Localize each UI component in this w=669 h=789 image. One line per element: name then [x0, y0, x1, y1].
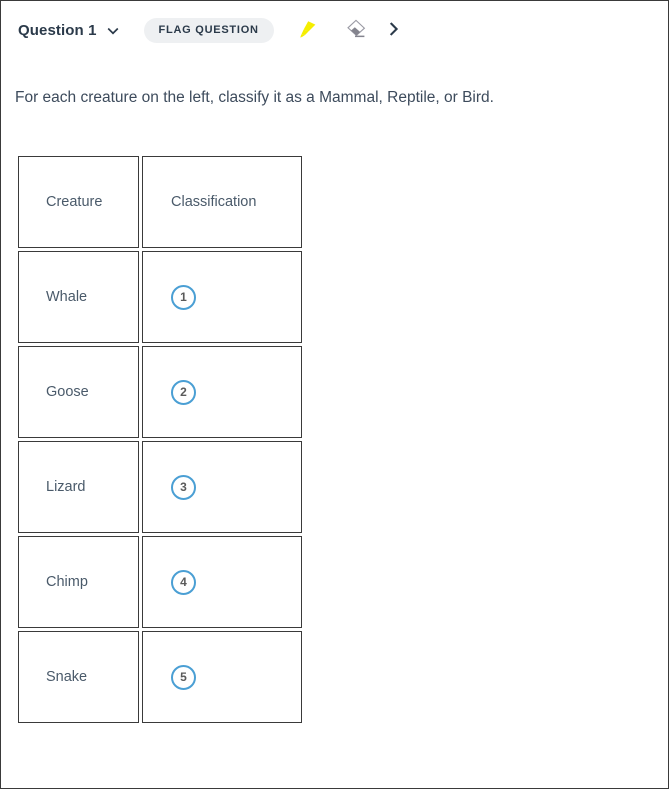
matrix-cell-creature: Lizard: [18, 441, 139, 534]
flag-question-button[interactable]: FLAG QUESTION: [143, 17, 274, 43]
highlighter-tool-button[interactable]: [294, 16, 322, 44]
question-prompt: For each creature on the left, classify …: [15, 89, 494, 106]
drop-target-marker[interactable]: 5: [171, 664, 196, 690]
eraser-icon: [344, 17, 368, 44]
creature-label: Snake: [46, 668, 88, 685]
matrix-cell-classification[interactable]: 2: [142, 346, 302, 439]
matrix-cell-creature: Snake: [18, 631, 139, 724]
question-page: Question 1 FLAG QUESTION For each creatu…: [0, 0, 669, 789]
drop-target-marker[interactable]: 3: [171, 474, 196, 500]
chevron-down-icon[interactable]: [106, 23, 120, 38]
eraser-tool-button[interactable]: [342, 16, 370, 44]
matrix-cell-creature: Chimp: [18, 536, 139, 629]
creature-label: Goose: [46, 383, 89, 400]
matrix-header-label: Classification: [171, 193, 257, 210]
drop-target-marker[interactable]: 4: [171, 569, 196, 595]
creature-label: Lizard: [46, 478, 86, 495]
question-toolbar: Question 1 FLAG QUESTION: [1, 1, 668, 59]
matrix-cell-classification[interactable]: 5: [142, 631, 302, 724]
question-title: Question 1: [18, 21, 97, 39]
question-selector[interactable]: Question 1: [18, 22, 120, 39]
matrix-cell-classification[interactable]: 3: [142, 441, 302, 534]
matrix-cell-classification[interactable]: 1: [142, 251, 302, 344]
matrix-row: Goose 2: [18, 346, 302, 439]
matrix-header-classification: Classification: [142, 156, 302, 249]
matrix-header-label: Creature: [46, 193, 103, 210]
matrix-cell-classification[interactable]: 4: [142, 536, 302, 629]
matrix-row: Chimp 4: [18, 536, 302, 629]
matrix-row: Lizard 3: [18, 441, 302, 534]
matrix-header-row: Creature Classification: [18, 156, 302, 249]
drop-target-marker[interactable]: 2: [171, 379, 196, 405]
chevron-right-icon: [386, 21, 402, 40]
highlighter-icon: [296, 17, 320, 44]
creature-label: Chimp: [46, 573, 88, 590]
matrix-cell-creature: Whale: [18, 251, 139, 344]
matrix-row: Whale 1: [18, 251, 302, 344]
classification-matrix: Creature Classification Whale 1 Goose 2: [18, 156, 302, 724]
matrix-cell-creature: Goose: [18, 346, 139, 439]
drop-target-marker[interactable]: 1: [171, 284, 196, 310]
matrix-row: Snake 5: [18, 631, 302, 724]
matrix-header-creature: Creature: [18, 156, 139, 249]
creature-label: Whale: [46, 288, 88, 305]
next-question-button[interactable]: [384, 16, 404, 44]
